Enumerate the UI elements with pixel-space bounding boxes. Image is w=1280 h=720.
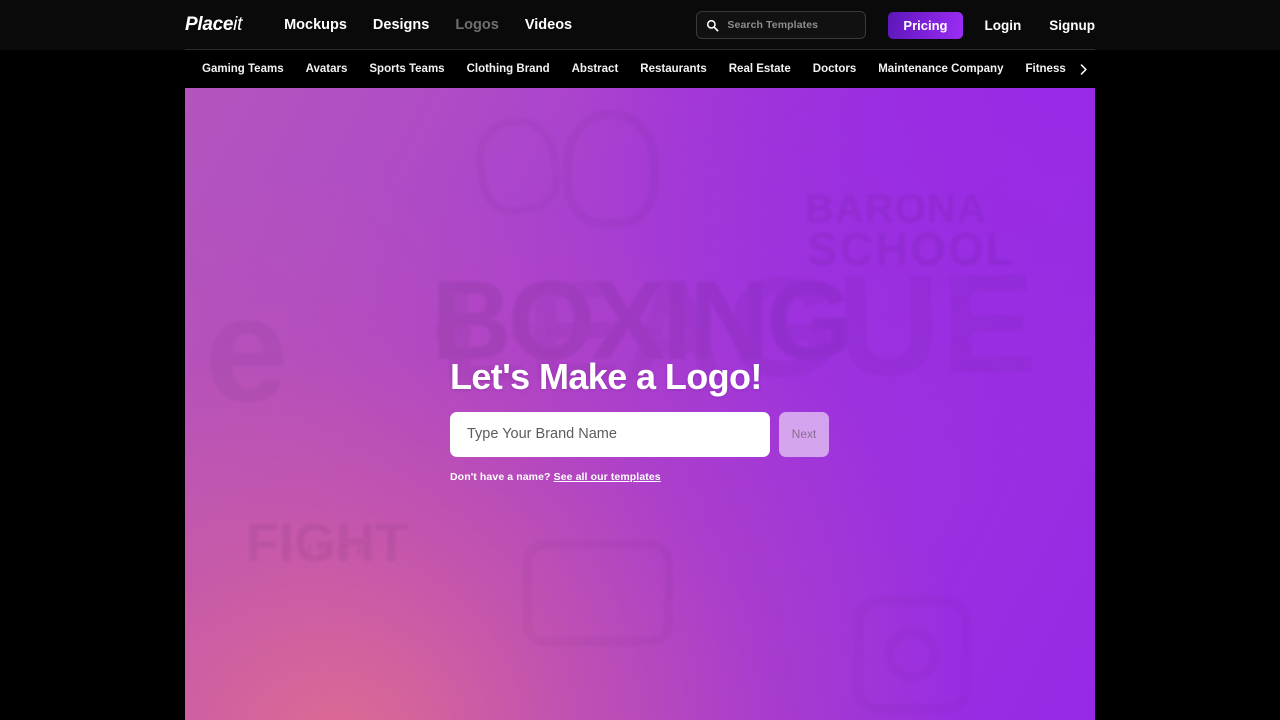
- art-text-letter: e: [205, 265, 289, 433]
- brand-name-form: Next: [450, 411, 870, 457]
- art-text-fighters: KO FIGHTERS: [435, 321, 649, 343]
- page-root: Placeit Mockups Designs Logos Videos Pri…: [0, 0, 1280, 720]
- category-avatars[interactable]: Avatars: [295, 63, 359, 75]
- hero-content: Let's Make a Logo! Next Don't have a nam…: [450, 358, 870, 483]
- search-icon: [707, 19, 719, 31]
- placeit-logo[interactable]: Placeit: [185, 14, 242, 36]
- hero-headline: Let's Make a Logo!: [450, 356, 762, 397]
- nav-item-mockups[interactable]: Mockups: [284, 17, 347, 33]
- search-box[interactable]: [696, 11, 869, 39]
- login-link[interactable]: Login: [985, 18, 1022, 33]
- art-text-school: SCHOOL: [807, 223, 1016, 275]
- art-badge-shape: [853, 596, 971, 714]
- category-list: Gaming Teams Avatars Sports Teams Clothi…: [185, 63, 1069, 75]
- account-links: Login Signup: [985, 18, 1096, 33]
- category-real-estate[interactable]: Real Estate: [718, 63, 802, 75]
- hero-subtext: Don't have a name? See all our templates: [450, 471, 870, 483]
- category-maintenance-company[interactable]: Maintenance Company: [867, 63, 1014, 75]
- art-box-shape: [523, 540, 673, 646]
- category-abstract[interactable]: Abstract: [561, 63, 630, 75]
- nav-item-logos[interactable]: Logos: [455, 17, 499, 33]
- art-glove-shape-2: [470, 112, 566, 220]
- art-text-punch: PUNCH: [281, 541, 376, 561]
- brand-name-input[interactable]: [450, 411, 770, 457]
- top-header-inner: Placeit Mockups Designs Logos Videos Pri…: [185, 0, 1095, 50]
- category-nav: Gaming Teams Avatars Sports Teams Clothi…: [185, 50, 1095, 88]
- art-text-barona: BARONA: [805, 187, 987, 231]
- category-restaurants[interactable]: Restaurants: [629, 63, 717, 75]
- hero-banner: e BOXING LEAGUE KO FIGHTERS FIGHT PUNCH …: [185, 88, 1095, 720]
- art-text-fight: FIGHT: [246, 513, 408, 573]
- main-nav: Mockups Designs Logos Videos: [284, 17, 572, 33]
- category-clothing-brand[interactable]: Clothing Brand: [456, 63, 561, 75]
- nav-item-designs[interactable]: Designs: [373, 17, 429, 33]
- chevron-right-icon: [1080, 63, 1087, 75]
- top-header-right: Pricing Login Signup: [696, 0, 1095, 50]
- signup-link[interactable]: Signup: [1049, 18, 1095, 33]
- next-button[interactable]: Next: [779, 411, 829, 457]
- brand-text-it: it: [233, 14, 243, 35]
- category-gaming-teams[interactable]: Gaming Teams: [185, 63, 295, 75]
- brand-text-place: Place: [185, 14, 234, 35]
- category-sports-teams[interactable]: Sports Teams: [358, 63, 455, 75]
- see-all-templates-link[interactable]: See all our templates: [554, 471, 661, 483]
- category-next-button[interactable]: [1071, 57, 1095, 81]
- art-glove-shape-1: [563, 110, 659, 228]
- hero-subtext-prefix: Don't have a name?: [450, 470, 554, 483]
- search-input[interactable]: [727, 19, 869, 31]
- pricing-button[interactable]: Pricing: [888, 11, 963, 39]
- category-doctors[interactable]: Doctors: [802, 63, 867, 75]
- nav-item-videos[interactable]: Videos: [525, 17, 572, 33]
- category-fitness[interactable]: Fitness: [1014, 63, 1069, 75]
- top-header: Placeit Mockups Designs Logos Videos Pri…: [0, 0, 1280, 50]
- art-circle-shape: [885, 628, 939, 682]
